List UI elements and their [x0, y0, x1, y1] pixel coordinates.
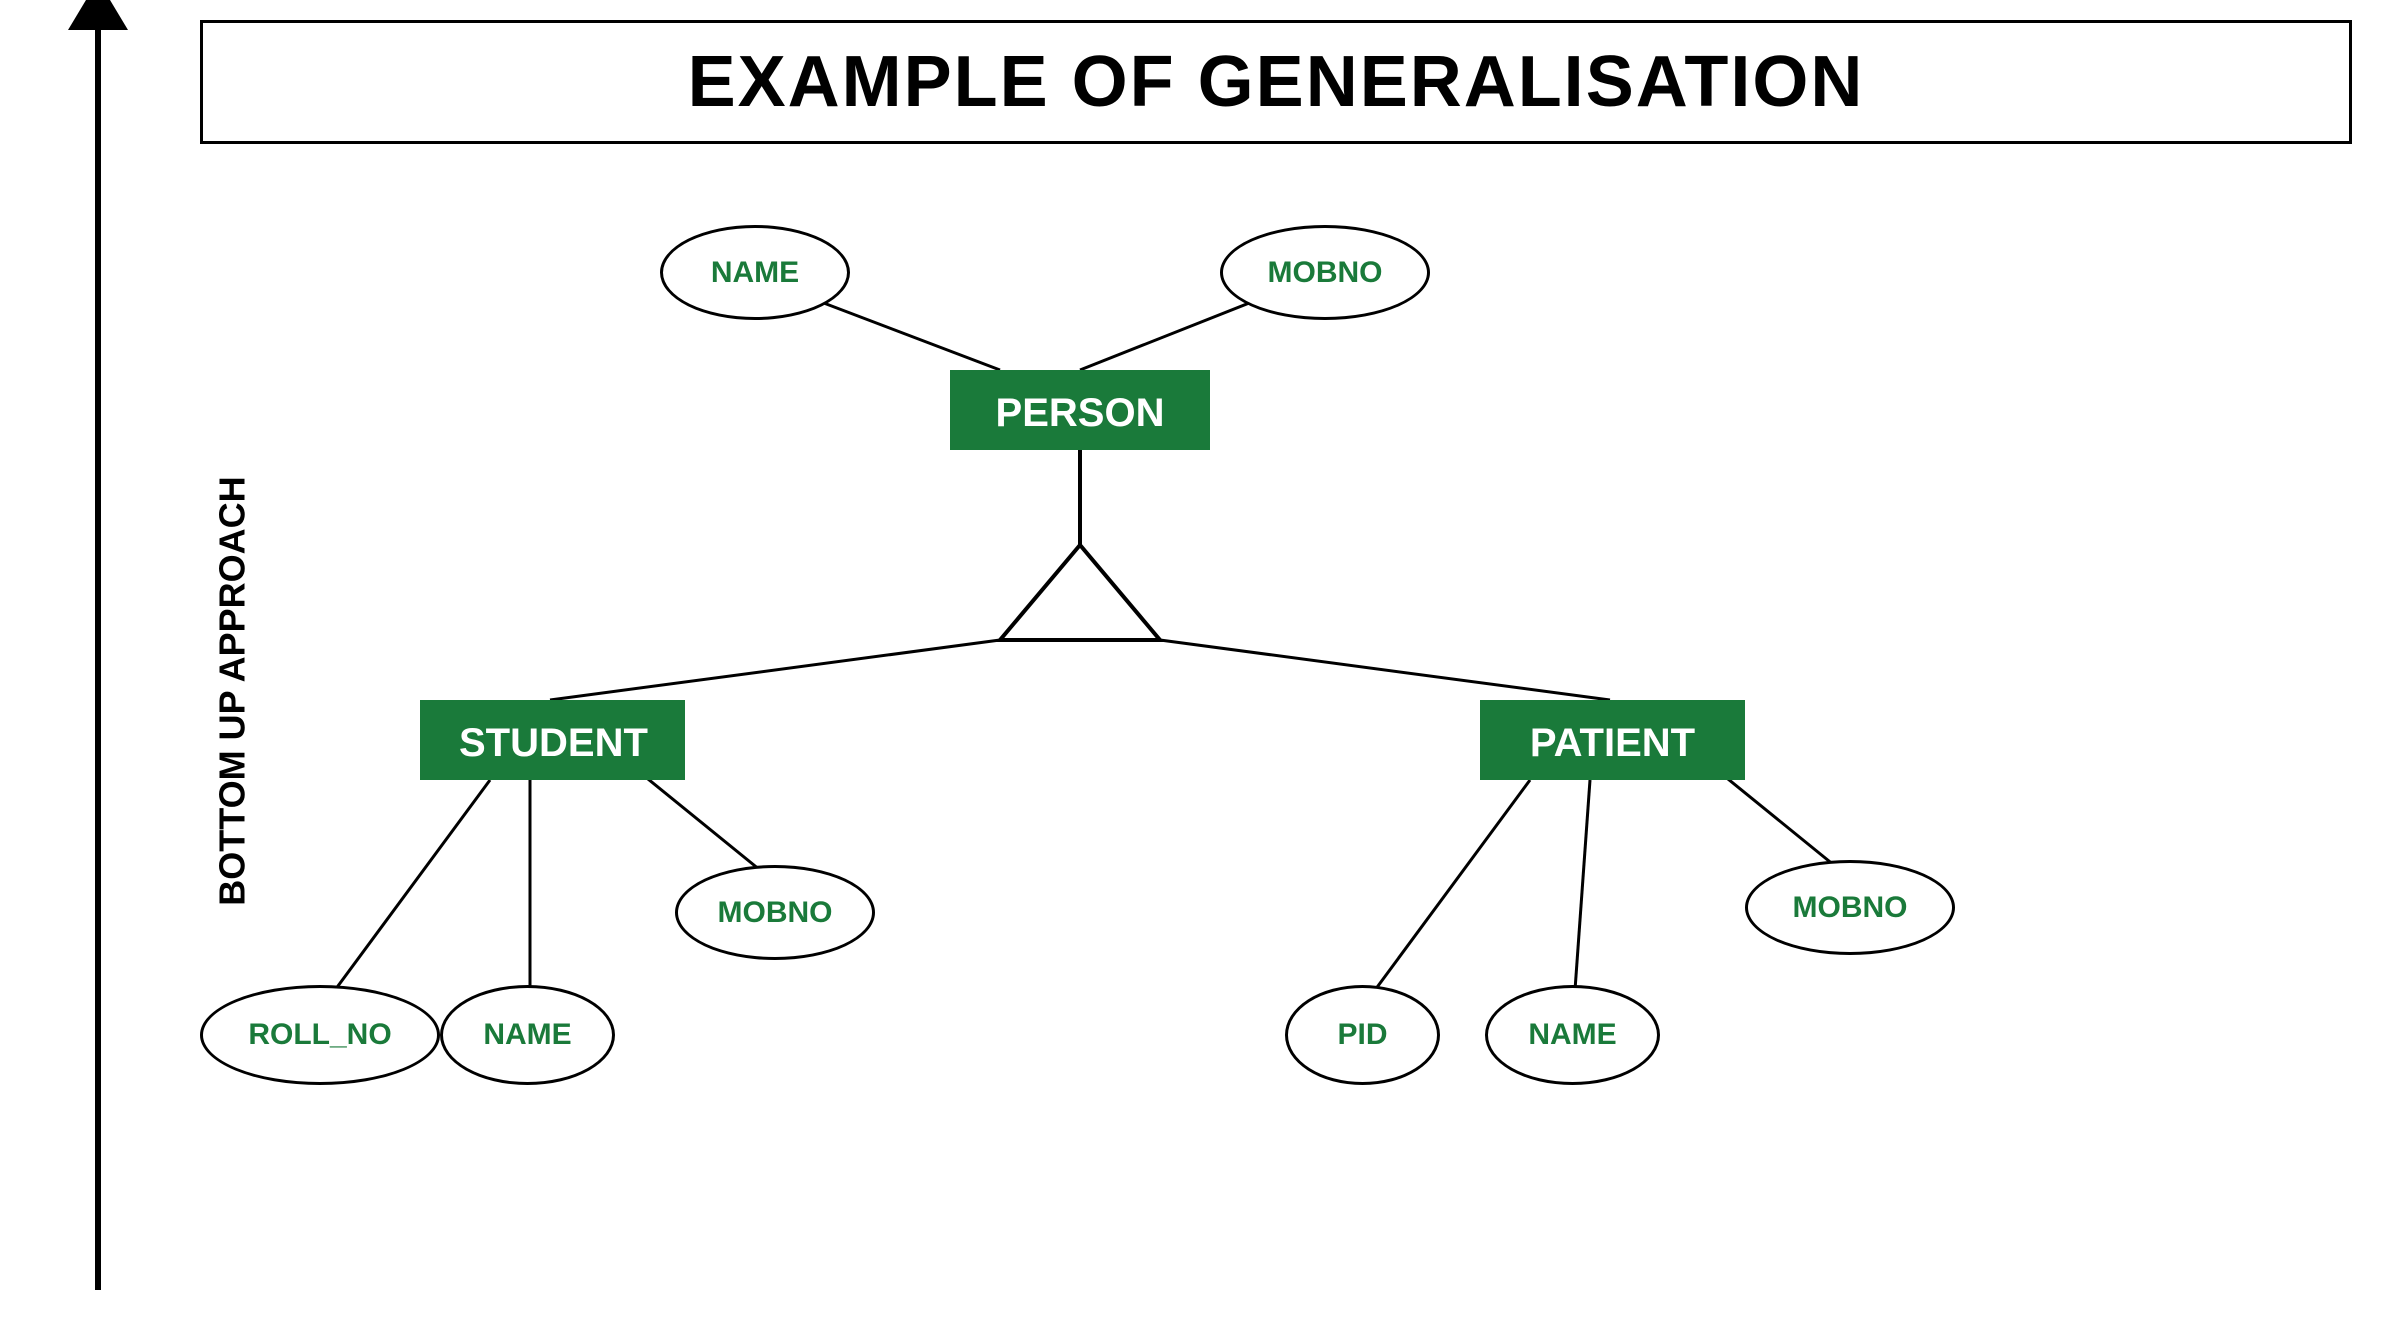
attr-pid: PID: [1285, 985, 1440, 1085]
vertical-label: BOTTOM UP APPROACH: [212, 476, 254, 905]
diagram-lines: [0, 0, 2392, 1329]
attr-mobno-top: MOBNO: [1220, 225, 1430, 320]
entity-student: STUDENT: [420, 700, 685, 780]
attr-mobno-patient: MOBNO: [1745, 860, 1955, 955]
attr-name-student: NAME: [440, 985, 615, 1085]
title-box: EXAMPLE OF GENERALISATION: [200, 20, 2352, 144]
attr-roll-no: ROLL_NO: [200, 985, 440, 1085]
attr-mobno-student: MOBNO: [675, 865, 875, 960]
attr-name-patient: NAME: [1485, 985, 1660, 1085]
vertical-arrow: [95, 20, 101, 1290]
entity-person: PERSON: [950, 370, 1210, 450]
page-title: EXAMPLE OF GENERALISATION: [688, 42, 1865, 122]
attr-name-top: NAME: [660, 225, 850, 320]
entity-patient: PATIENT: [1480, 700, 1745, 780]
